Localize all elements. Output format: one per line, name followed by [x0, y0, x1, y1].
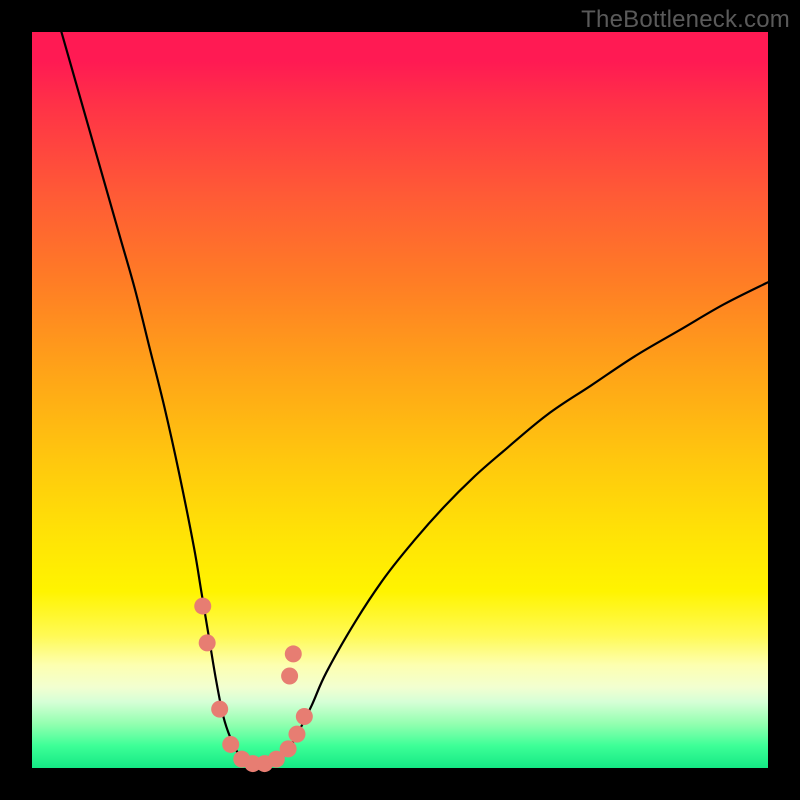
data-marker — [194, 598, 211, 615]
watermark-text: TheBottleneck.com — [581, 6, 790, 34]
data-marker — [296, 708, 313, 725]
curve-svg — [32, 32, 768, 768]
data-marker — [199, 634, 216, 651]
data-marker — [285, 645, 302, 662]
marker-group — [194, 598, 313, 773]
plot-area — [32, 32, 768, 768]
data-marker — [222, 736, 239, 753]
data-marker — [211, 701, 228, 718]
chart-frame: TheBottleneck.com — [0, 0, 800, 800]
data-marker — [288, 726, 305, 743]
bottleneck-curve — [61, 32, 768, 765]
data-marker — [281, 668, 298, 685]
data-marker — [280, 740, 297, 757]
